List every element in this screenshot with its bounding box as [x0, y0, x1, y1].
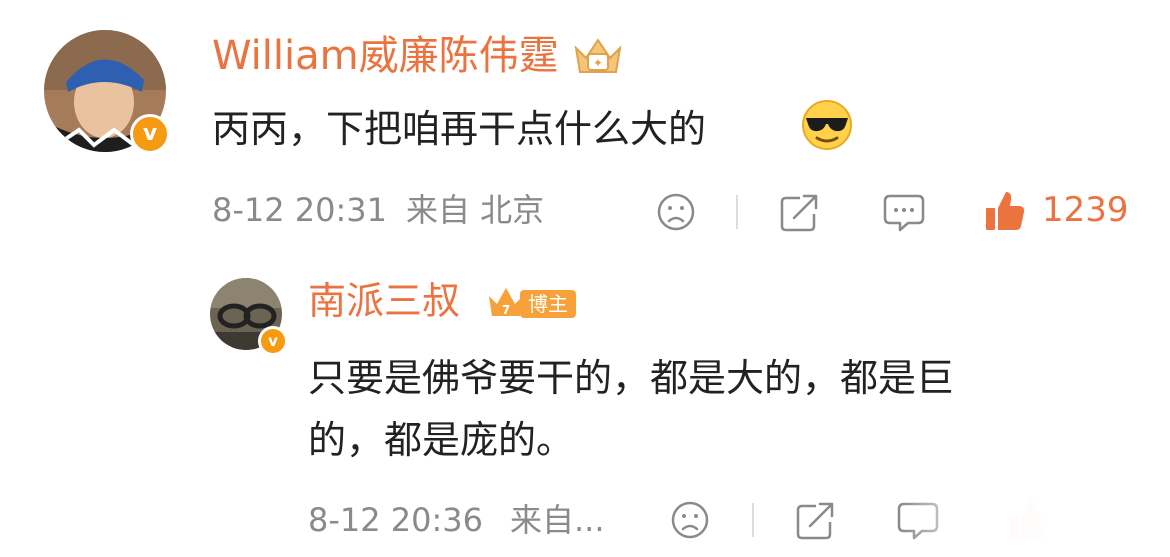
svg-text:7: 7: [502, 303, 510, 317]
comment-username[interactable]: William威廉陈伟霆: [212, 32, 559, 80]
verified-badge-icon: v: [130, 114, 170, 154]
share-icon[interactable]: [794, 498, 838, 546]
share-icon[interactable]: [778, 190, 822, 238]
verified-badge-icon: v: [258, 326, 288, 356]
comment-location: 来自 北京: [406, 191, 545, 229]
like-icon[interactable]: [982, 188, 1028, 238]
reply-location: 来自...: [510, 501, 605, 539]
dislike-icon[interactable]: [656, 192, 696, 236]
divider: [736, 195, 738, 229]
divider: [752, 503, 754, 537]
reply-time: 8-12 20:36: [308, 501, 484, 539]
comment-text: 丙丙，下把咱再干点什么大的: [212, 107, 707, 151]
bottom-right-fade: [900, 494, 1170, 557]
comment-icon[interactable]: [882, 192, 926, 238]
crown-membership-icon: ✦: [570, 34, 626, 82]
cool-sunglasses-emoji-icon: [800, 98, 854, 156]
reply-text-line1: 只要是佛爷要干的，都是大的，都是巨: [308, 356, 955, 400]
svg-text:✦: ✦: [593, 56, 603, 70]
reply-username[interactable]: 南派三叔: [308, 278, 460, 324]
like-count: 1239: [1042, 190, 1129, 230]
blogger-badge: 博主: [520, 290, 576, 318]
dislike-icon[interactable]: [670, 500, 710, 544]
comment-time: 8-12 20:31: [212, 191, 388, 229]
reply-text-line2: 的，都是庞的。: [308, 418, 575, 462]
